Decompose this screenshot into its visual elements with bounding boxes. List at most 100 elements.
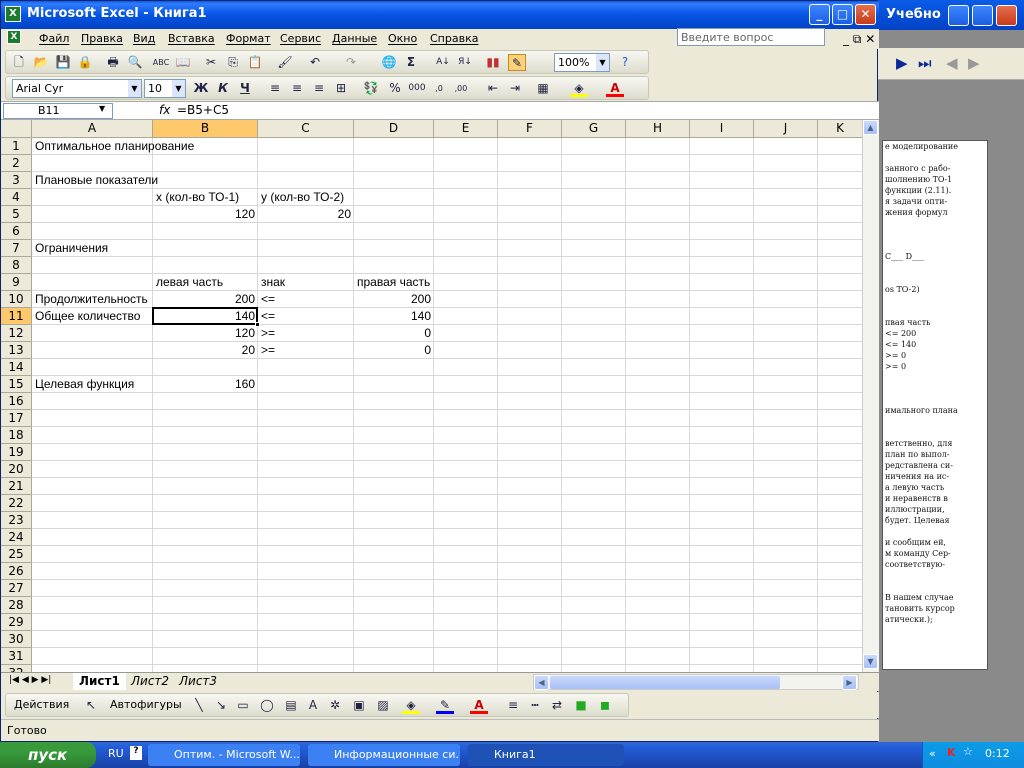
row-header-10[interactable]: 10 <box>1 291 32 308</box>
menu-format[interactable]: Формат <box>226 32 271 45</box>
picture-icon[interactable]: ▨ <box>374 697 392 714</box>
tab-sheet3[interactable]: Лист3 <box>173 673 223 690</box>
tab-sheet2[interactable]: Лист2 <box>125 673 175 690</box>
star-icon[interactable]: ☆ <box>963 745 973 758</box>
cell-d9[interactable]: правая часть <box>354 274 433 291</box>
back-icon[interactable]: ◀ <box>946 54 958 72</box>
close-button[interactable]: ✕ <box>855 4 876 25</box>
menu-window[interactable]: Окно <box>388 32 417 45</box>
task-word[interactable]: Оптим. - Microsoft W... <box>148 744 300 766</box>
row-header-8[interactable]: 8 <box>1 257 32 274</box>
column-header-k[interactable]: K <box>818 120 862 138</box>
row-header-24[interactable]: 24 <box>1 529 32 546</box>
font-name-select[interactable]: Arial Cyr ▼ <box>12 79 142 98</box>
cell-b15[interactable]: 160 <box>153 376 258 393</box>
zoom-select[interactable]: 100% ▼ <box>554 53 610 72</box>
row-header-21[interactable]: 21 <box>1 478 32 495</box>
row-header-13[interactable]: 13 <box>1 342 32 359</box>
fill-handle[interactable] <box>255 322 260 327</box>
menu-insert[interactable]: Вставка <box>168 32 215 45</box>
help-icon[interactable]: ? <box>616 54 634 71</box>
task-excel[interactable]: Книга1 <box>468 744 624 766</box>
sort-descending-icon[interactable]: Я↓ <box>456 54 474 71</box>
chevron-down-icon[interactable]: ▼ <box>596 54 609 71</box>
font-color-icon[interactable]: A <box>606 80 624 97</box>
tab-sheet1[interactable]: Лист1 <box>73 673 126 690</box>
formula-input[interactable]: =B5+C5 <box>177 103 229 117</box>
autoshapes-menu[interactable]: Автофигуры <box>110 698 182 711</box>
underline-icon[interactable]: Ч <box>236 80 254 97</box>
cell-d13[interactable]: 0 <box>354 342 434 359</box>
oval-icon[interactable]: ◯ <box>258 697 276 714</box>
cell-b4[interactable]: x (кол-во ТО-1) <box>153 189 242 206</box>
column-header-c[interactable]: C <box>258 120 354 138</box>
spreadsheet-grid[interactable]: A B C D E F G H I J K 1 2 3 4 5 6 7 8 9 10 11 12 13 14 15 16 17 18 19… <box>1 120 862 672</box>
cell-a10[interactable]: Продолжительность <box>32 291 151 308</box>
scroll-thumb[interactable] <box>550 676 780 689</box>
scroll-down-button[interactable]: ▼ <box>863 654 878 669</box>
font-color-icon[interactable]: A <box>470 697 488 714</box>
row-header-26[interactable]: 26 <box>1 563 32 580</box>
horizontal-scrollbar[interactable]: ◀ ▶ <box>533 674 859 690</box>
research-icon[interactable]: 📖 <box>174 54 192 71</box>
cut-icon[interactable]: ✂ <box>202 54 220 71</box>
select-all-corner[interactable] <box>1 120 32 138</box>
redo-icon[interactable]: ↷ <box>342 54 360 71</box>
cell-a7[interactable]: Ограничения <box>32 240 111 257</box>
merge-center-icon[interactable]: ⊞ <box>332 80 350 97</box>
tab-scroll-icon[interactable]: |◀ ◀ ▶ ▶| <box>9 675 51 685</box>
increase-decimal-icon[interactable]: ,0 <box>430 80 448 97</box>
cell-c4[interactable]: y (кол-во ТО-2) <box>258 189 347 206</box>
row-header-5[interactable]: 5 <box>1 206 32 223</box>
background-window-titlebar[interactable]: Учебно <box>878 0 1024 30</box>
fill-color-icon[interactable]: ◈ <box>402 697 420 714</box>
row-header-9[interactable]: 9 <box>1 274 32 291</box>
column-header-e[interactable]: E <box>434 120 498 138</box>
3d-icon[interactable]: ◼ <box>596 697 614 714</box>
chevron-down-icon[interactable]: ▼ <box>128 80 141 97</box>
new-icon[interactable]: 🗋 <box>10 54 28 71</box>
forward-icon[interactable]: ▶ <box>968 54 980 72</box>
row-header-17[interactable]: 17 <box>1 410 32 427</box>
print-icon[interactable]: 🖶 <box>104 54 122 71</box>
italic-icon[interactable]: К <box>214 80 232 97</box>
select-objects-icon[interactable]: ↖ <box>82 697 100 714</box>
insert-function-icon[interactable]: fx <box>159 103 170 117</box>
row-header-28[interactable]: 28 <box>1 597 32 614</box>
fill-color-icon[interactable]: ◈ <box>570 80 588 97</box>
chevron-down-icon[interactable]: ▼ <box>172 80 185 97</box>
chevron-left-icon[interactable]: « <box>929 747 936 760</box>
hyperlink-icon[interactable]: 🌐 <box>380 54 398 71</box>
decrease-decimal-icon[interactable]: ,00 <box>452 80 470 97</box>
align-right-icon[interactable]: ≡ <box>310 80 328 97</box>
row-header-19[interactable]: 19 <box>1 444 32 461</box>
menu-help[interactable]: Справка <box>430 32 478 45</box>
permission-icon[interactable]: 🔒 <box>76 54 94 71</box>
draw-actions-menu[interactable]: Действия <box>14 698 69 711</box>
cell-c10[interactable]: <= <box>258 291 278 308</box>
chevron-down-icon[interactable]: ▼ <box>99 104 105 113</box>
undo-icon[interactable]: ↶ <box>306 54 324 71</box>
column-header-j[interactable]: J <box>754 120 818 138</box>
row-header-30[interactable]: 30 <box>1 631 32 648</box>
paste-icon[interactable]: 📋 <box>246 54 264 71</box>
arrow-style-icon[interactable]: ⇄ <box>548 697 566 714</box>
name-box[interactable]: B11 <box>3 103 113 119</box>
cell-d12[interactable]: 0 <box>354 325 434 342</box>
chart-wizard-icon[interactable]: ▮▮ <box>484 54 502 71</box>
shadow-icon[interactable]: ■ <box>572 697 590 714</box>
scroll-right-button[interactable]: ▶ <box>842 675 857 690</box>
cell-b13[interactable]: 20 <box>153 342 258 359</box>
cell-c9[interactable]: знак <box>258 274 288 291</box>
line-icon[interactable]: ╲ <box>190 697 208 714</box>
cell-c13[interactable]: >= <box>258 342 278 359</box>
menu-tools[interactable]: Сервис <box>280 32 321 45</box>
start-button[interactable]: пуск <box>0 742 96 768</box>
row-header-3[interactable]: 3 <box>1 172 32 189</box>
cell-b12[interactable]: 120 <box>153 325 258 342</box>
line-style-icon[interactable]: ≡ <box>504 697 522 714</box>
column-header-b[interactable]: B <box>153 120 258 138</box>
rectangle-icon[interactable]: ▭ <box>234 697 252 714</box>
row-header-2[interactable]: 2 <box>1 155 32 172</box>
print-preview-icon[interactable]: 🔍 <box>126 54 144 71</box>
